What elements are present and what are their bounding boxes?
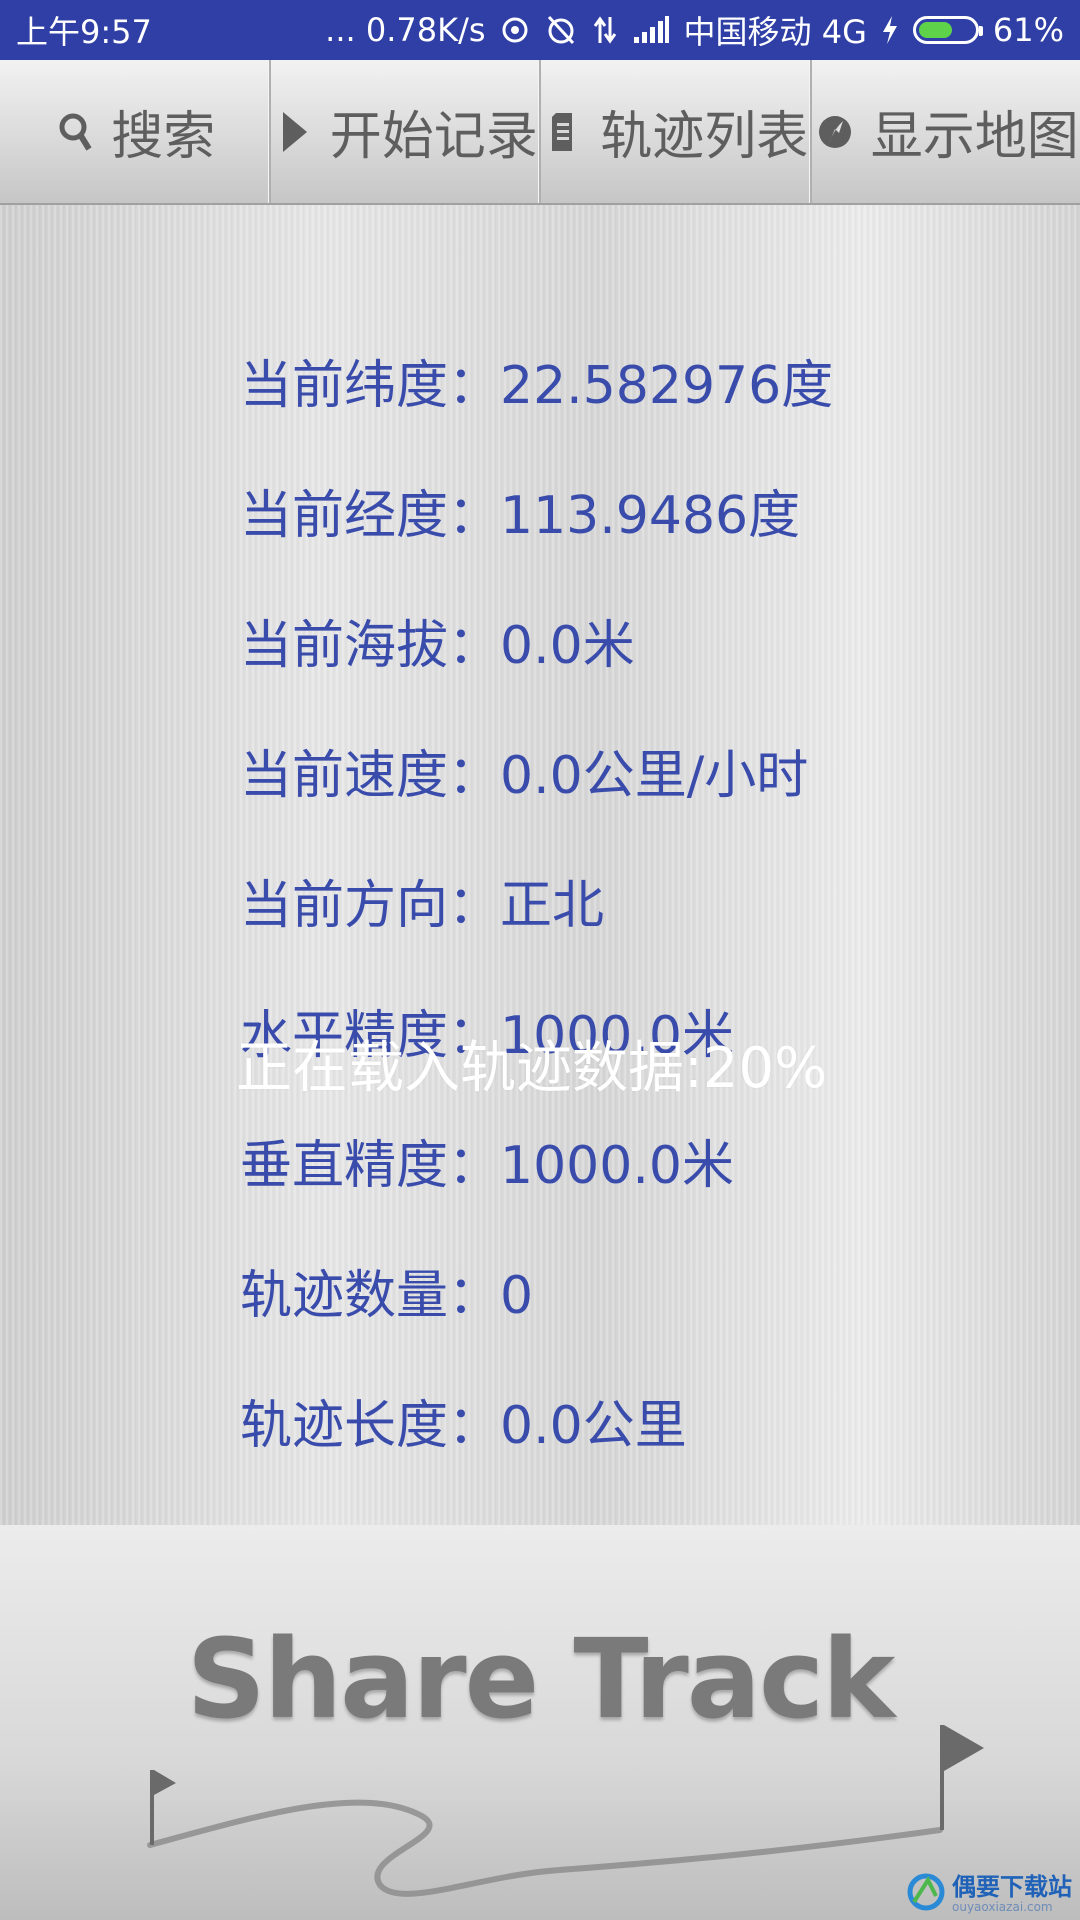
map-pin-icon: [813, 105, 857, 159]
show-map-label: 显示地图: [870, 107, 1079, 167]
top-toolbar: 搜索 开始记录 轨迹列表 显示地图: [0, 60, 1080, 205]
track-list-button[interactable]: 轨迹列表: [541, 60, 812, 203]
end-flag-icon: [940, 1725, 984, 1830]
battery-percent: 61%: [992, 11, 1064, 49]
data-transfer-icon: [592, 12, 618, 48]
document-icon: [542, 105, 586, 159]
battery-level: [918, 22, 952, 38]
track-list-label: 轨迹列表: [600, 107, 809, 167]
latitude-row: 当前纬度：22.582976度: [240, 355, 834, 416]
track-path-graphic: [147, 1725, 984, 1897]
carrier-label: 中国移动 4G: [683, 13, 867, 51]
loading-toast: 正在载入轨迹数据:20%: [236, 1036, 828, 1101]
status-bar: 上午9:57 ... 0.78K/s 中国移动 4G 61%: [0, 0, 1080, 60]
gps-info-panel: 当前纬度：22.582976度 当前经度：113.9486度 当前海拔：0.0米…: [0, 205, 1080, 1525]
start-flag-icon: [150, 1770, 176, 1845]
watermark: 偶要下载站 ouyaoxiazai.com: [906, 1872, 1072, 1916]
share-track-banner: Share Track 偶要下载站 ouyaoxiazai.com: [0, 1525, 1080, 1920]
track-count-row: 轨迹数量：0: [240, 1265, 534, 1326]
watermark-url: ouyaoxiazai.com: [952, 1900, 1053, 1914]
search-button[interactable]: 搜索: [0, 60, 271, 203]
longitude-row: 当前经度：113.9486度: [240, 485, 801, 546]
alarm-off-icon: [544, 12, 578, 48]
watermark-name: 偶要下载站: [952, 1873, 1072, 1901]
search-label: 搜索: [111, 107, 216, 167]
start-record-label: 开始记录: [329, 107, 538, 167]
hotspot-icon: [500, 12, 530, 48]
direction-row: 当前方向：正北: [240, 875, 605, 936]
net-speed: ... 0.78K/s: [325, 11, 486, 49]
vertical-accuracy-row: 垂直精度：1000.0米: [240, 1135, 734, 1196]
status-time: 上午9:57: [16, 13, 152, 51]
search-icon: [53, 105, 97, 159]
info-list: 当前纬度：22.582976度 当前经度：113.9486度 当前海拔：0.0米…: [240, 315, 833, 1485]
signal-icon: [632, 12, 670, 48]
show-map-button[interactable]: 显示地图: [812, 60, 1080, 203]
track-length-row: 轨迹长度：0.0公里: [240, 1395, 687, 1456]
start-record-button[interactable]: 开始记录: [271, 60, 541, 203]
watermark-logo-icon: [906, 1872, 946, 1916]
altitude-row: 当前海拔：0.0米: [240, 615, 635, 676]
battery-icon: [912, 16, 983, 44]
speed-row: 当前速度：0.0公里/小时: [240, 745, 809, 806]
play-icon: [272, 105, 316, 159]
charging-icon: [881, 12, 899, 48]
